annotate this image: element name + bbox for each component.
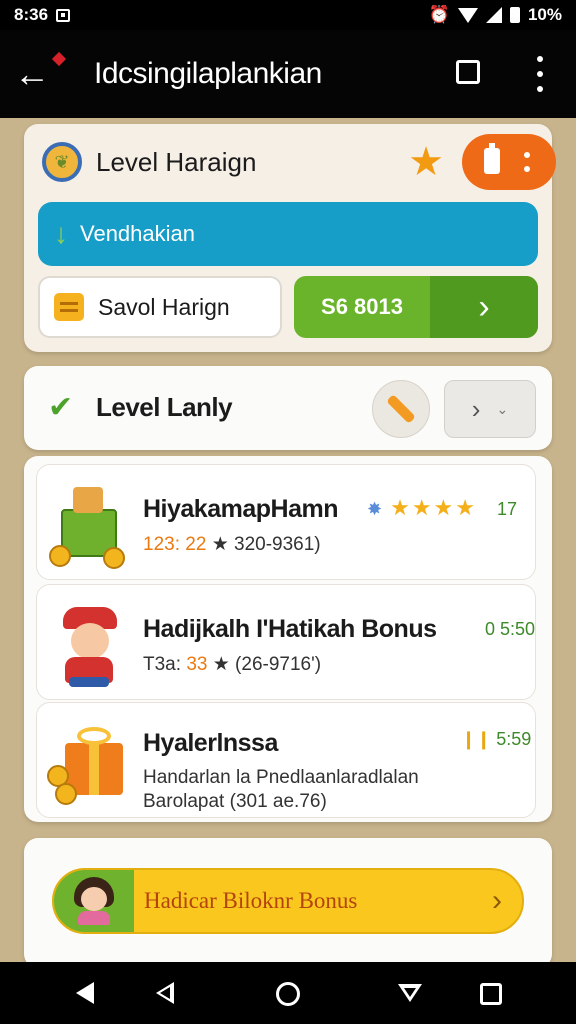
back-arrow-icon: ← [14, 53, 50, 94]
rewards-list: HiyakamapHamn ✸ ★★★★ 17 123: 22 ★ 320-936… [24, 456, 552, 822]
more-dot-icon [537, 86, 543, 92]
green-value: S6 8013 [321, 294, 403, 319]
nav-recents-icon[interactable] [480, 983, 502, 1005]
item-subtitle: T3a: 33 ★ (26-9716') [143, 654, 322, 675]
item-detail: Barolapat (301 ae.76) [143, 791, 327, 812]
green-value-button[interactable]: S6 8013 › [294, 276, 538, 338]
alarm-icon: ⏰ [428, 5, 450, 24]
level-card: ❦ Level Haraign ★ ↓ Vendhakian Savol Har… [24, 124, 556, 352]
item-title: Hyalerlnssa [143, 729, 278, 757]
star-badge-icon[interactable]: ★ [406, 142, 446, 182]
check-icon: ✔ [48, 391, 74, 424]
coin-stack-icon: ❙❙ [461, 729, 492, 749]
level-emblem-icon: ❦ [42, 142, 82, 182]
level-lanly-bar: ✔ Level Lanly › ⌄ [24, 366, 552, 450]
item-description: Handarlan la Pnedlaanlaradlalan [143, 767, 419, 788]
red-badge-icon [51, 51, 67, 67]
chevron-right-icon: › [471, 393, 481, 424]
face-icon [71, 623, 109, 659]
green-box-illustration [47, 481, 133, 569]
download-label: Vendhakian [80, 221, 195, 246]
level-header: ❦ Level Haraign ★ [42, 134, 556, 190]
pencil-icon [386, 394, 416, 424]
battery-percent: 10% [527, 5, 562, 24]
status-bar: 8:36 ⏰ 10% [0, 0, 576, 30]
list-item[interactable]: Hyalerlnssa ❙❙ 5:59 Handarlan la Pnedlaa… [36, 702, 536, 818]
level-lanly-title: Level Lanly [96, 392, 233, 422]
item-meta: ❙❙ 5:59 [461, 729, 532, 749]
expand-dropdown-button[interactable]: › ⌄ [444, 380, 536, 438]
edit-button[interactable] [372, 380, 430, 438]
chevron-right-icon: › [492, 884, 502, 917]
coin-icon [55, 783, 77, 805]
download-arrow-icon: ↓ [54, 218, 68, 249]
coin-icon [103, 547, 125, 569]
more-dot-icon [537, 56, 543, 62]
battery-icon [484, 143, 500, 174]
note-icon [54, 293, 84, 321]
coin-icon [49, 545, 71, 567]
system-nav-bar [0, 962, 576, 1024]
list-item[interactable]: Hadijkalh I'Hatikah Bonus 0 5:50 T3a: 33… [36, 584, 536, 700]
app-title: Idcsingilaplankian [94, 57, 322, 90]
nav-back-outline-icon[interactable] [156, 982, 174, 1004]
legs-icon [69, 677, 109, 687]
bow-icon [77, 727, 111, 745]
avatar [72, 877, 116, 925]
level-title: Level Haraign [96, 146, 257, 177]
bonus-label: Hadicar Biloknr Bonus [144, 888, 358, 913]
bonus-button[interactable]: Hadicar Biloknr Bonus › [52, 868, 524, 934]
bonus-avatar-area [54, 870, 134, 932]
app-bar: ← Idcsingilaplankian [0, 30, 576, 118]
save-button[interactable]: Savol Harign [38, 276, 282, 338]
chevron-down-icon: ⌄ [496, 400, 509, 417]
more-menu-button[interactable] [528, 56, 552, 92]
rating-stars: ✸ ★★★★ [367, 495, 477, 520]
boy-illustration [47, 601, 133, 687]
bonus-card: Hadicar Biloknr Bonus › [24, 838, 552, 968]
item-subtitle: 123: 22 ★ 320-9361) [143, 534, 321, 555]
save-label: Savol Harign [98, 293, 230, 320]
download-button[interactable]: ↓ Vendhakian [38, 202, 538, 266]
wifi-icon [457, 7, 478, 23]
box-lid-icon [73, 487, 103, 513]
list-item[interactable]: HiyakamapHamn ✸ ★★★★ 17 123: 22 ★ 320-936… [36, 464, 536, 580]
gift-illustration [47, 719, 133, 805]
more-dot-icon [537, 71, 543, 77]
item-meta: 17 [497, 499, 518, 519]
window-icon[interactable] [456, 60, 480, 84]
orange-action-button[interactable] [462, 134, 556, 190]
more-icon [524, 152, 530, 172]
battery-icon [509, 7, 520, 23]
nav-back-icon[interactable] [76, 982, 94, 1004]
item-title: Hadijkalh I'Hatikah Bonus [143, 615, 437, 643]
nav-down-icon[interactable] [398, 984, 422, 1002]
item-meta: 0 5:50 [485, 619, 536, 639]
item-title: HiyakamapHamn [143, 495, 338, 523]
status-time: 8:36 [14, 5, 49, 24]
signal-icon [485, 7, 502, 23]
chevron-right-icon: › [430, 276, 538, 338]
notification-icon [56, 8, 71, 22]
back-button[interactable]: ← [0, 30, 67, 118]
gem-icon: ✸ [367, 499, 385, 519]
nav-home-icon[interactable] [276, 982, 300, 1006]
